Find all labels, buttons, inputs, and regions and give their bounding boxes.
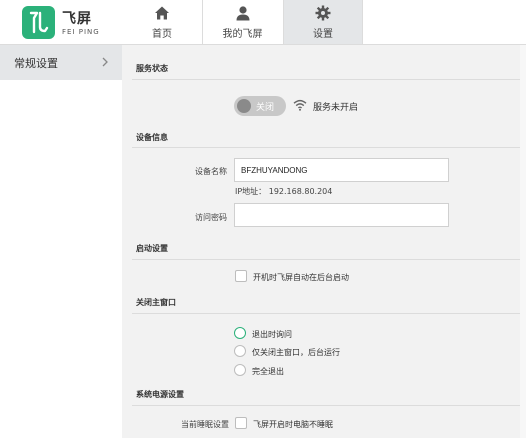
divider [132, 313, 526, 314]
sidebar-item-label: 常规设置 [14, 56, 58, 70]
section-title-device: 设备信息 [136, 133, 168, 142]
settings-panel: 服务状态 关闭 服务未开启 设备信息 设备名称 IP地址： 192.168.80… [122, 45, 526, 438]
ip-address-text: IP地址： 192.168.80.204 [235, 187, 333, 196]
radio-minimize-background[interactable] [234, 345, 246, 357]
radio-quit-completely[interactable] [234, 364, 246, 376]
device-name-label: 设备名称 [195, 167, 227, 176]
autostart-label: 开机时飞屏自动在后台启动 [253, 273, 349, 282]
sleep-setting-label: 当前睡眠设置 [181, 420, 229, 429]
tab-home[interactable]: 首页 [122, 0, 202, 44]
divider [132, 405, 526, 406]
tab-settings[interactable]: 设置 [283, 0, 363, 44]
radio-ask-on-exit[interactable] [234, 327, 246, 339]
autostart-checkbox[interactable] [235, 270, 247, 282]
tab-label: 我的飞屏 [222, 29, 263, 40]
section-title-close-window: 关闭主窗口 [136, 298, 176, 307]
home-icon [155, 6, 169, 20]
chevron-right-icon [102, 57, 108, 67]
prevent-sleep-checkbox[interactable] [235, 417, 247, 429]
divider [132, 147, 526, 148]
prevent-sleep-label: 飞屏开启时电脑不睡眠 [253, 420, 333, 429]
section-title-service: 服务状态 [136, 64, 168, 73]
logo-icon [29, 11, 49, 34]
section-title-startup: 启动设置 [136, 244, 168, 253]
gear-icon [315, 5, 331, 21]
tab-label: 设置 [313, 29, 333, 40]
brand-name: 飞屏 [62, 11, 92, 27]
sidebar-item-general-settings[interactable]: 常规设置 [0, 45, 122, 80]
brand-subtitle: FEI PING [62, 28, 100, 36]
section-title-power: 系统电源设置 [136, 390, 184, 399]
divider [132, 79, 526, 80]
service-status-text: 服务未开启 [313, 103, 359, 113]
toggle-label: 关闭 [256, 103, 275, 113]
access-password-label: 访问密码 [195, 213, 227, 222]
device-name-input[interactable] [234, 158, 449, 182]
sidebar: 常规设置 [0, 45, 122, 438]
divider [132, 259, 526, 260]
tab-my-feiping[interactable]: 我的飞屏 [202, 0, 282, 44]
toggle-knob [237, 99, 251, 113]
wifi-icon [293, 99, 307, 111]
scrollbar[interactable] [520, 45, 526, 438]
access-password-input[interactable] [234, 203, 449, 227]
radio-minimize-background-label: 仅关闭主窗口，后台运行 [252, 348, 340, 357]
service-toggle[interactable]: 关闭 [234, 96, 286, 116]
app-logo [22, 6, 55, 39]
radio-ask-on-exit-label: 退出时询问 [252, 330, 292, 339]
tab-label: 首页 [152, 29, 172, 40]
radio-quit-completely-label: 完全退出 [252, 367, 284, 376]
user-icon [236, 6, 249, 21]
top-bar: 飞屏 FEI PING 首页 我的飞屏 设置 [0, 0, 526, 45]
